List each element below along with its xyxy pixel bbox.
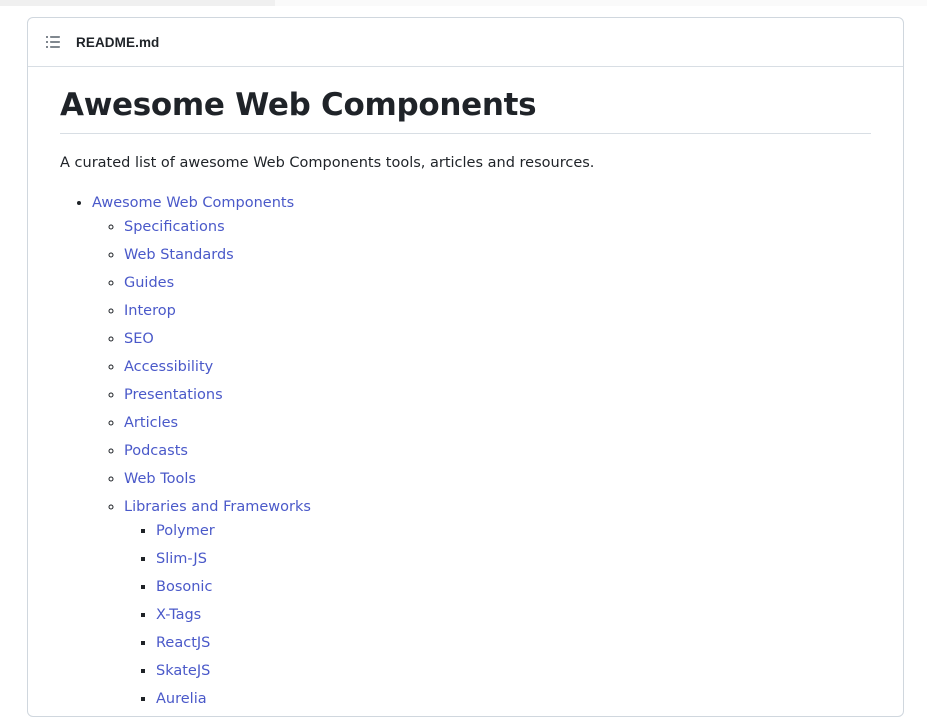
toc-link-podcasts[interactable]: Podcasts (124, 443, 188, 459)
toc-link-web-tools[interactable]: Web Tools (124, 471, 196, 487)
list-item: Web Tools (124, 469, 871, 489)
list-item: Polymer (156, 521, 871, 541)
toc-link-skatejs[interactable]: SkateJS (156, 663, 210, 679)
list-item: Podcasts (124, 441, 871, 461)
toc-root-item: Awesome Web Components Specifications We… (92, 193, 871, 709)
list-item: Aurelia (156, 689, 871, 709)
readme-content: Awesome Web Components A curated list of… (28, 87, 903, 709)
toc-libraries: Polymer Slim-JS Bosonic X-Tags ReactJS S… (124, 521, 871, 709)
page-title: Awesome Web Components (60, 87, 871, 134)
toc-link-presentations[interactable]: Presentations (124, 387, 223, 403)
toc-link-reactjs[interactable]: ReactJS (156, 635, 210, 651)
browser-top-strip (0, 0, 927, 6)
list-item: Specifications (124, 217, 871, 237)
list-unordered-icon[interactable] (45, 34, 61, 50)
list-item: Web Standards (124, 245, 871, 265)
list-item: Bosonic (156, 577, 871, 597)
toc-link-x-tags[interactable]: X-Tags (156, 607, 201, 623)
readme-description: A curated list of awesome Web Components… (60, 155, 595, 171)
list-item: Guides (124, 273, 871, 293)
toc-link-libraries-and-frameworks[interactable]: Libraries and Frameworks (124, 499, 311, 515)
toc-link-polymer[interactable]: Polymer (156, 523, 215, 539)
list-item: SEO (124, 329, 871, 349)
list-item: Articles (124, 413, 871, 433)
list-item: ReactJS (156, 633, 871, 653)
file-name: README.md (76, 34, 160, 50)
table-of-contents: Awesome Web Components Specifications We… (60, 193, 871, 709)
readme-header: README.md (28, 18, 903, 67)
toc-link-interop[interactable]: Interop (124, 303, 176, 319)
tab-strip-segment (275, 0, 927, 6)
list-item: Accessibility (124, 357, 871, 377)
toc-link-accessibility[interactable]: Accessibility (124, 359, 213, 375)
toc-link-aurelia[interactable]: Aurelia (156, 691, 207, 707)
list-item: Slim-JS (156, 549, 871, 569)
readme-card: README.md Awesome Web Components A curat… (27, 17, 904, 717)
toc-link-articles[interactable]: Articles (124, 415, 178, 431)
list-item: Libraries and Frameworks Polymer Slim-JS… (124, 497, 871, 709)
toc-link-guides[interactable]: Guides (124, 275, 174, 291)
list-item: Interop (124, 301, 871, 321)
list-item: Presentations (124, 385, 871, 405)
toc-link-seo[interactable]: SEO (124, 331, 154, 347)
toc-link-specifications[interactable]: Specifications (124, 219, 225, 235)
toc-link-slim-js[interactable]: Slim-JS (156, 551, 207, 567)
toc-link-bosonic[interactable]: Bosonic (156, 579, 212, 595)
toc-sections: Specifications Web Standards Guides Inte… (92, 217, 871, 709)
toc-link-web-standards[interactable]: Web Standards (124, 247, 234, 263)
list-item: SkateJS (156, 661, 871, 681)
toc-link-awesome-web-components[interactable]: Awesome Web Components (92, 195, 294, 211)
list-item: X-Tags (156, 605, 871, 625)
